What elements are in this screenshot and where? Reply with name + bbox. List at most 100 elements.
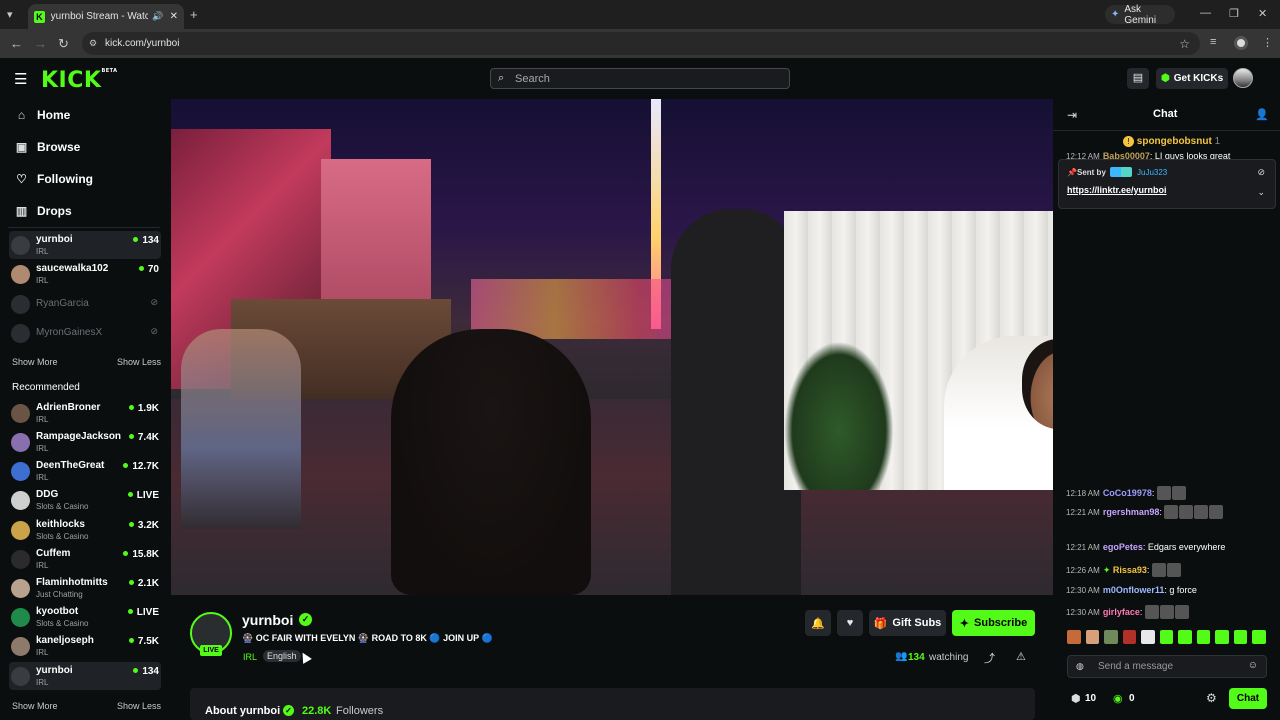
library-button[interactable]: ▤ [1127, 68, 1149, 89]
chat-text: : [1151, 488, 1155, 498]
minimize-icon[interactable]: — [1200, 7, 1211, 19]
emoji-picker-icon[interactable]: ☺ [1248, 660, 1258, 671]
chat-user[interactable]: CoCo19978 [1103, 488, 1152, 498]
media-controls-icon[interactable]: ≡ [1210, 36, 1216, 48]
recommended-channel[interactable]: kaneljoseph IRL 7.5K [9, 632, 161, 660]
offline-icon: ⊘ [150, 326, 158, 336]
following-channel-saucewalka102[interactable]: saucewalka102 IRL 70 [9, 260, 161, 288]
follow-button[interactable]: ♥ [837, 610, 863, 636]
back-icon[interactable]: ← [10, 36, 23, 51]
kick-logo[interactable]: KICKBETA [41, 68, 118, 93]
chat-users-icon[interactable]: 👤 [1255, 108, 1269, 121]
chat-settings-icon[interactable]: ⚙ [1206, 691, 1217, 705]
show-less-recommended[interactable]: Show Less [117, 701, 161, 711]
category-link[interactable]: IRL [243, 652, 257, 662]
maximize-icon[interactable]: ❐ [1229, 7, 1239, 20]
get-kicks-button[interactable]: ⬢ Get KICKs [1156, 68, 1228, 89]
browser-tab[interactable]: K yurnboi Stream - Watch Live 🔊 ✕ [28, 4, 184, 29]
tab-close-icon[interactable]: ✕ [170, 11, 178, 22]
url-text: kick.com/yurnboi [105, 38, 180, 49]
chat-send-button[interactable]: Chat [1229, 688, 1267, 709]
recommended-channel[interactable]: DDG Slots & Casino LIVE [9, 486, 161, 514]
site-info-icon[interactable]: ⚙ [89, 38, 97, 49]
chat-time: 12:26 AM [1066, 566, 1100, 575]
drops-icon: ▥ [15, 204, 28, 218]
emote-icon[interactable] [1178, 630, 1192, 644]
nav-browse[interactable]: ▣ Browse [14, 137, 81, 157]
sidebar: ⌂ Home ▣ Browse ♡ Following ▥ Drops yurnboi … [0, 99, 168, 720]
collapse-chat-icon[interactable]: ⇥ [1067, 108, 1077, 122]
recommended-channel[interactable]: AdrienBroner IRL 1.9K [9, 399, 161, 427]
show-more-recommended[interactable]: Show More [12, 701, 58, 711]
chat-user[interactable]: egoPetes [1103, 542, 1143, 552]
bell-icon: 🔔 [811, 617, 825, 630]
pinned-message[interactable]: 📌 Sent by JuJu323 ⊘ https://linktr.ee/yu… [1058, 159, 1276, 209]
recommended-channel[interactable]: keithlocks Slots & Casino 3.2K [9, 516, 161, 544]
emote-icon[interactable] [1196, 630, 1211, 644]
browser-menu-icon[interactable]: ⋮ [1262, 36, 1273, 49]
nav-home[interactable]: ⌂ Home [14, 105, 70, 125]
chat-user[interactable]: m0Onflower11 [1103, 585, 1165, 595]
offline-icon: ⊘ [150, 297, 158, 307]
bookmark-star-icon[interactable]: ☆ [1179, 37, 1190, 51]
nav-following[interactable]: ♡ Following [14, 169, 93, 189]
tab-search-icon[interactable]: ▾ [7, 8, 13, 21]
recommended-channel[interactable]: Flaminhotmitts Just Chatting 2.1K [9, 574, 161, 602]
emote-icon[interactable] [1122, 630, 1137, 644]
following-channel-yurnboi[interactable]: yurnboi IRL 134 [9, 231, 161, 259]
gifter-name[interactable]: spongebobsnut [1137, 136, 1212, 147]
recommended-channel[interactable]: yurnboi IRL 134 [9, 662, 161, 690]
search-input[interactable]: ⌕ Search [490, 68, 790, 89]
points-icon[interactable]: ◉ [1113, 692, 1123, 705]
emote-icon[interactable] [1252, 630, 1267, 644]
chat-input[interactable]: ◍ Send a message ☺ [1067, 655, 1267, 678]
emote-icon[interactable] [1067, 630, 1081, 644]
viewer-count: 1.9K [129, 403, 159, 414]
emote-icon [1171, 486, 1186, 500]
emote-icon[interactable] [1215, 630, 1229, 644]
about-verified-icon: ✓ [283, 705, 294, 716]
emote-icon[interactable] [1085, 630, 1100, 644]
subscribe-button[interactable]: ✦ Subscribe [952, 610, 1035, 636]
language-tag[interactable]: English [263, 650, 301, 662]
recommended-channel[interactable]: RampageJackson IRL 7.4K [9, 428, 161, 456]
notification-button[interactable]: 🔔 [805, 610, 831, 636]
show-less-following[interactable]: Show Less [117, 357, 161, 367]
reload-icon[interactable]: ↻ [58, 36, 69, 52]
show-more-following[interactable]: Show More [12, 357, 58, 367]
emote-icon[interactable] [1159, 630, 1174, 644]
menu-icon[interactable]: ☰ [14, 70, 27, 88]
emote-icon[interactable] [1233, 630, 1248, 644]
chat-user[interactable]: Rissa93 [1113, 565, 1147, 575]
url-field[interactable]: ⚙ kick.com/yurnboi ☆ [82, 32, 1200, 55]
recommended-channel[interactable]: kyootbot Slots & Casino LIVE [9, 603, 161, 631]
followers-count: 22.8K [302, 705, 332, 717]
chat-identity-icon[interactable]: ◍ [1076, 661, 1084, 672]
forward-icon[interactable]: → [34, 36, 47, 51]
emote-icon[interactable] [1104, 630, 1118, 644]
following-channel-myrongainesx[interactable]: MyronGainesX ⊘ [9, 319, 161, 347]
user-avatar[interactable] [1233, 68, 1253, 88]
emote-icon[interactable] [1141, 630, 1155, 644]
profile-icon[interactable] [1234, 36, 1248, 50]
recommended-channel[interactable]: DeenTheGreat IRL 12.7K [9, 457, 161, 485]
chat-text: : [1139, 607, 1143, 617]
unpin-icon[interactable]: ⊘ [1257, 167, 1265, 178]
following-channel-ryangarcia[interactable]: RyanGarcia ⊘ [9, 290, 161, 318]
chat-user[interactable]: rgershman98 [1103, 507, 1160, 517]
about-label: About yurnboi [205, 705, 281, 717]
chat-user[interactable]: girlyface [1103, 607, 1140, 617]
expand-pinned-icon[interactable]: ⌄ [1257, 187, 1265, 198]
window-close-icon[interactable]: ✕ [1258, 7, 1267, 20]
pinned-link[interactable]: https://linktr.ee/yurnboi [1067, 185, 1167, 195]
gift-subs-button[interactable]: 🎁 Gift Subs [869, 610, 946, 636]
stream-title: 🎡 OC FAIR WITH EVELYN 🎡 ROAD TO 8K 🔵 JOI… [242, 633, 493, 643]
new-tab-icon[interactable]: + [190, 7, 198, 22]
share-icon[interactable]: ⤴ [984, 650, 995, 666]
pinned-user[interactable]: JuJu323 [1137, 168, 1167, 177]
recommended-channel[interactable]: Cuffem IRL 15.8K [9, 545, 161, 573]
nav-drops[interactable]: ▥ Drops [14, 201, 72, 221]
streamer-name[interactable]: yurnboi [242, 612, 293, 628]
report-icon[interactable]: ⚠ [1016, 650, 1026, 663]
ask-gemini-button[interactable]: ✦ Ask Gemini [1105, 4, 1175, 26]
